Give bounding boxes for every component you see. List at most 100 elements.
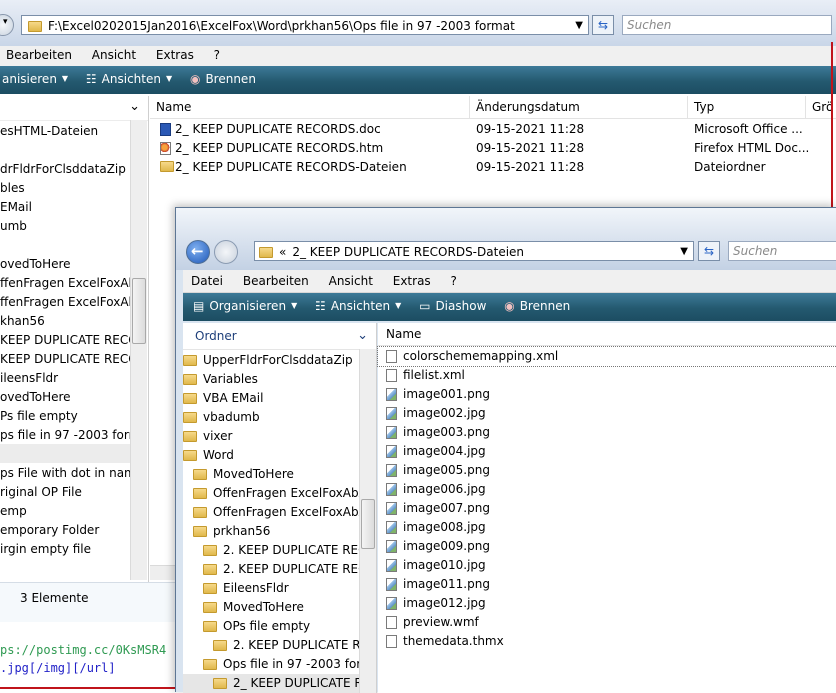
tree-item[interactable]: irgin empty file [0, 540, 130, 559]
file-row[interactable]: image008.jpg [378, 518, 836, 537]
tree-item-label: UpperFldrForClsddataZip [203, 353, 353, 367]
tree-item[interactable]: Ops file in 97 -2003 format [183, 655, 359, 674]
tree-item[interactable] [0, 141, 130, 160]
file-row[interactable]: image007.png [378, 499, 836, 518]
back-tree-scrollbar[interactable] [130, 120, 147, 580]
menu-help[interactable]: ? [206, 46, 228, 64]
organize-button[interactable]: anisieren ▼ [2, 66, 68, 92]
tree-item[interactable]: ileensFldr [0, 369, 130, 388]
organize-button[interactable]: ▤ Organisieren ▼ [193, 293, 297, 319]
tree-item[interactable]: 2. KEEP DUPLICATE RECORI [183, 560, 359, 579]
front-address-bar[interactable]: « 2_ KEEP DUPLICATE RECORDS-Dateien ▼ [254, 241, 694, 261]
tree-item[interactable]: prkhan56 [183, 522, 359, 541]
address-bar[interactable]: F:\Excel0202015Jan2016\ExcelFox\Word\prk… [21, 15, 589, 35]
menu-ansicht[interactable]: Ansicht [321, 270, 381, 292]
tree-item[interactable]: VBA EMail [183, 389, 359, 408]
col-type[interactable]: Typ [688, 96, 806, 118]
tree-item[interactable]: emporary Folder [0, 521, 130, 540]
tree-item[interactable]: MovedToHere [183, 598, 359, 617]
search-input[interactable]: Suchen [622, 15, 832, 35]
tree-header[interactable]: Ordner ⌄ [183, 323, 376, 350]
tree-item[interactable]: drFldrForClsddataZip [0, 160, 130, 179]
file-row[interactable]: image001.png [378, 385, 836, 404]
tree-item[interactable]: vixer [183, 427, 359, 446]
tree-item[interactable]: OPs file empty [183, 617, 359, 636]
refresh-button[interactable]: ⇆ [592, 15, 614, 35]
file-row[interactable]: themedata.thmx [378, 632, 836, 651]
tree-item[interactable]: khan56 [0, 312, 130, 331]
col-name[interactable]: Name [378, 323, 836, 345]
file-row[interactable]: image009.png [378, 537, 836, 556]
views-button[interactable]: ☷ Ansichten ▼ [86, 66, 172, 92]
tree-item[interactable]: 2_ KEEP DUPLICATE RECO [183, 674, 359, 693]
tree-item[interactable]: ovedToHere [0, 255, 130, 274]
breadcrumb[interactable]: 2_ KEEP DUPLICATE RECORDS-Dateien [292, 245, 524, 259]
front-refresh-button[interactable]: ⇆ [698, 241, 720, 261]
burn-button[interactable]: ◉ Brennen [190, 66, 256, 92]
breadcrumb-prefix[interactable]: « [279, 245, 286, 259]
menu-bearbeiten[interactable]: Bearbeiten [235, 270, 317, 292]
burn-button[interactable]: ◉ Brennen [504, 293, 570, 319]
file-row[interactable]: image003.png [378, 423, 836, 442]
tree-item[interactable]: esHTML-Dateien [0, 122, 130, 141]
tree-item[interactable]: ps File with dot in name [0, 464, 130, 483]
file-name[interactable]: 2_ KEEP DUPLICATE RECORDS.doc [175, 120, 381, 139]
menu-bearbeiten[interactable]: Bearbeiten [0, 46, 80, 64]
tree-item[interactable]: KEEP DUPLICATE RECO [0, 331, 130, 350]
tree-item[interactable]: OffenFragen ExcelFoxAbApril [183, 484, 359, 503]
tree-item[interactable]: Word [183, 446, 359, 465]
file-row[interactable]: image002.jpg [378, 404, 836, 423]
scrollbar-thumb[interactable] [132, 278, 146, 344]
chevron-down-icon[interactable]: ⌄ [357, 323, 368, 349]
file-row[interactable]: image005.png [378, 461, 836, 480]
file-name[interactable]: 2_ KEEP DUPLICATE RECORDS.htm [175, 139, 383, 158]
file-row[interactable]: image006.jpg [378, 480, 836, 499]
tree-item[interactable]: EileensFldr [183, 579, 359, 598]
tree-item[interactable]: KEEP DUPLICATE RECO [0, 350, 130, 369]
menu-help[interactable]: ? [443, 270, 465, 292]
tree-item[interactable]: ps file in 97 -2003 forma [0, 426, 130, 445]
back-button[interactable]: ← [186, 240, 210, 264]
tree-item[interactable] [0, 236, 130, 255]
slideshow-button[interactable]: ▭ Diashow [419, 293, 486, 319]
tree-item[interactable]: UpperFldrForClsddataZip [183, 351, 359, 370]
file-name: image003.png [403, 425, 490, 439]
address-dropdown-icon[interactable]: ▼ [575, 16, 583, 34]
forward-button[interactable] [214, 240, 238, 264]
scrollbar-thumb[interactable] [361, 499, 375, 549]
file-row[interactable]: image010.jpg [378, 556, 836, 575]
tree-item[interactable]: ffenFragen ExcelFoxAbAp [0, 293, 130, 312]
views-button[interactable]: ☷ Ansichten ▼ [315, 293, 401, 319]
tree-item[interactable]: OffenFragen ExcelFoxAbApril [183, 503, 359, 522]
tree-item[interactable]: Variables [183, 370, 359, 389]
tree-item[interactable]: 2. KEEP DUPLICATE RECORI [183, 541, 359, 560]
chevron-down-icon[interactable]: ⌄ [129, 99, 140, 114]
file-name[interactable]: 2_ KEEP DUPLICATE RECORDS-Dateien [175, 158, 407, 177]
file-row[interactable]: colorschememapping.xml [377, 346, 836, 367]
file-row[interactable]: image011.png [378, 575, 836, 594]
file-row[interactable]: preview.wmf [378, 613, 836, 632]
file-row[interactable]: filelist.xml [378, 366, 836, 385]
tree-item[interactable]: umb [0, 217, 130, 236]
col-date[interactable]: Änderungsdatum [470, 96, 688, 118]
tree-item[interactable]: Ps file empty [0, 407, 130, 426]
menu-ansicht[interactable]: Ansicht [84, 46, 144, 64]
col-name[interactable]: Name [150, 96, 470, 118]
tree-item[interactable]: emp [0, 502, 130, 521]
menu-extras[interactable]: Extras [148, 46, 202, 64]
address-dropdown-icon[interactable]: ▼ [680, 242, 688, 260]
tree-item[interactable]: riginal OP File [0, 483, 130, 502]
front-tree-scrollbar[interactable] [359, 349, 376, 693]
menu-extras[interactable]: Extras [385, 270, 439, 292]
file-row[interactable]: image012.jpg [378, 594, 836, 613]
tree-item[interactable]: vbadumb [183, 408, 359, 427]
tree-item[interactable]: ovedToHere [0, 388, 130, 407]
front-search-input[interactable]: Suchen [728, 241, 836, 261]
tree-item[interactable]: 2. KEEP DUPLICATE RECO [183, 636, 359, 655]
tree-item[interactable]: bles [0, 179, 130, 198]
file-row[interactable]: image004.jpg [378, 442, 836, 461]
tree-item[interactable]: EMail [0, 198, 130, 217]
menu-datei[interactable]: Datei [183, 270, 231, 292]
tree-item[interactable]: MovedToHere [183, 465, 359, 484]
tree-item[interactable]: ffenFragen ExcelFoxAbAp [0, 274, 130, 293]
